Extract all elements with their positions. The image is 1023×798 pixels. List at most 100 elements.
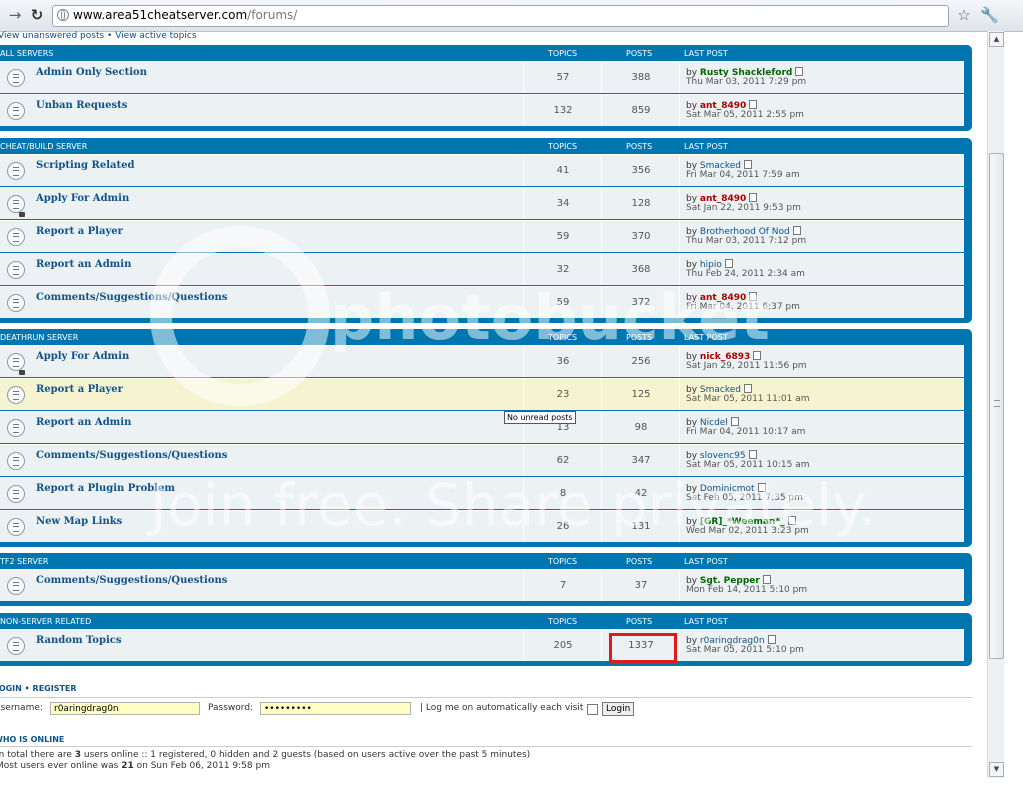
forum-category: ALL SERVERS TOPICS POSTS LAST POST Admin Onl… (0, 45, 972, 131)
view-post-icon[interactable] (724, 259, 733, 268)
forum-status-icon (7, 228, 25, 246)
scroll-up-icon[interactable]: ▲ (989, 32, 1004, 47)
view-post-icon[interactable] (753, 351, 762, 360)
topics-count: 23 (556, 389, 570, 400)
last-post-date: Fri Mar 04, 2011 6:37 pm (686, 302, 800, 312)
category-title[interactable]: NON-SERVER RELATED (0, 617, 91, 626)
url-text: www.area51cheatserver.com/forums/ (73, 8, 298, 22)
forum-row: New Map Links 26 131 by [GR]_*Weeman*_ Wed M… (0, 510, 964, 542)
back-arrow-icon[interactable]: → (6, 6, 24, 24)
posts-count: 347 (631, 455, 651, 466)
last-post-date: Sat Mar 05, 2011 10:15 am (686, 460, 810, 470)
view-post-icon[interactable] (730, 417, 739, 426)
last-post-date: Fri Mar 04, 2011 7:59 am (686, 170, 800, 180)
scroll-down-icon[interactable]: ▼ (989, 762, 1004, 777)
column-last-post: LAST POST (684, 557, 728, 566)
forum-status-icon (7, 162, 25, 180)
bookmark-star-icon[interactable]: ☆ (955, 6, 973, 24)
posts-count: 859 (631, 105, 651, 116)
online-stats-line2: Most users ever online was 21 on Sun Feb… (0, 761, 270, 771)
last-post-date: Fri Mar 04, 2011 10:17 am (686, 427, 806, 437)
last-post-date: Sat Mar 05, 2011 5:10 pm (686, 645, 804, 655)
forum-row: Random Topics 205 1337 by r0aringdrag0n Sat … (0, 629, 964, 661)
forum-row: Report a Plugin Problem 8 42 by Dominicmot S… (0, 477, 964, 509)
forum-status-icon (7, 518, 25, 536)
password-label: Password: (208, 703, 254, 713)
column-topics: TOPICS (548, 142, 578, 151)
last-post-date: Sat Mar 05, 2011 2:55 pm (686, 110, 804, 120)
view-post-icon[interactable] (792, 226, 801, 235)
forum-title-link[interactable]: Admin Only Section (36, 67, 147, 78)
forum-row: Report a Player 59 370 by Brotherhood Of No… (0, 220, 964, 252)
view-post-icon[interactable] (762, 575, 771, 584)
forum-title-link[interactable]: Report a Player (36, 226, 123, 237)
forum-status-icon (7, 419, 25, 437)
login-button[interactable]: Login (602, 702, 635, 716)
forum-title-link[interactable]: Random Topics (36, 635, 122, 646)
view-post-icon[interactable] (748, 450, 757, 459)
column-topics: TOPICS (548, 557, 578, 566)
view-post-icon[interactable] (744, 384, 752, 393)
last-post-date: Thu Mar 03, 2011 7:12 pm (686, 236, 807, 246)
category-title[interactable]: ALL SERVERS (0, 49, 53, 58)
login-title[interactable]: LOGIN • REGISTER (0, 684, 77, 693)
wrench-icon[interactable]: 🔧 (980, 6, 999, 24)
forum-title-link[interactable]: Report an Admin (36, 417, 131, 428)
forum-category: TF2 SERVER TOPICS POSTS LAST POST Comments/S… (0, 553, 972, 606)
reload-icon[interactable]: ↻ (28, 6, 46, 24)
category-title[interactable]: CHEAT/BUILD SERVER (0, 142, 87, 151)
view-post-icon[interactable] (795, 67, 804, 76)
username-input[interactable]: r0aringdrag0n (50, 702, 200, 715)
password-input[interactable]: ••••••••• (260, 702, 411, 715)
forum-status-icon (7, 452, 25, 470)
posts-count: 372 (631, 297, 651, 308)
view-post-icon[interactable] (787, 516, 796, 525)
view-post-icon[interactable] (749, 292, 758, 301)
forum-title-link[interactable]: Unban Requests (36, 100, 127, 111)
topics-count: 59 (556, 297, 570, 308)
view-post-icon[interactable] (744, 160, 752, 169)
topics-count: 34 (556, 198, 570, 209)
forum-title-link[interactable]: Comments/Suggestions/Questions (36, 575, 227, 586)
forum-status-icon (7, 261, 25, 279)
highlight-box (609, 633, 677, 663)
view-post-icon[interactable] (757, 483, 766, 492)
remember-checkbox[interactable] (587, 704, 598, 715)
forum-title-link[interactable]: Report a Player (36, 384, 123, 395)
forum-title-link[interactable]: Apply For Admin (36, 351, 129, 362)
forum-title-link[interactable]: New Map Links (36, 516, 122, 527)
view-post-icon[interactable] (749, 193, 758, 202)
posts-count: 37 (634, 580, 648, 591)
last-post-date: Sat Jan 29, 2011 11:56 pm (686, 361, 807, 371)
forum-row: Apply For Admin 34 128 by ant_8490 Sat Jan 2… (0, 187, 964, 219)
address-bar[interactable]: www.area51cheatserver.com/forums/ (52, 5, 949, 27)
forum-title-link[interactable]: Report a Plugin Problem (36, 483, 175, 494)
forum-title-link[interactable]: Scripting Related (36, 160, 134, 171)
vertical-scrollbar[interactable]: ▲ ▼ (987, 31, 1004, 778)
posts-count: 42 (634, 488, 648, 499)
column-last-post: LAST POST (684, 142, 728, 151)
online-stats-line1: In total there are 3 users online :: 1 r… (0, 750, 531, 760)
topics-count: 32 (556, 264, 570, 275)
forum-title-link[interactable]: Apply For Admin (36, 193, 129, 204)
topics-count: 57 (556, 72, 570, 83)
lock-icon (19, 212, 25, 217)
scroll-thumb[interactable] (989, 153, 1004, 659)
forum-status-icon (7, 294, 25, 312)
top-links[interactable]: View unanswered posts • View active topi… (0, 31, 197, 41)
last-post-date: Sat Mar 05, 2011 11:01 am (686, 394, 810, 404)
category-title[interactable]: DEATHRUN SERVER (0, 333, 78, 342)
topics-count: 59 (556, 231, 570, 242)
category-title[interactable]: TF2 SERVER (0, 557, 48, 566)
forum-row: Comments/Suggestions/Questions 62 347 by sl… (0, 444, 964, 476)
forum-title-link[interactable]: Report an Admin (36, 259, 131, 270)
view-post-icon[interactable] (767, 635, 776, 644)
forum-row: Scripting Related 41 356 by Smacked Fri Mar … (0, 154, 964, 186)
column-last-post: LAST POST (684, 333, 728, 342)
posts-count: 368 (631, 264, 651, 275)
forum-title-link[interactable]: Comments/Suggestions/Questions (36, 450, 227, 461)
topics-count: 62 (556, 455, 570, 466)
forum-status-icon (7, 102, 25, 120)
forum-category: CHEAT/BUILD SERVER TOPICS POSTS LAST POST Sc… (0, 138, 972, 323)
view-post-icon[interactable] (749, 100, 758, 109)
